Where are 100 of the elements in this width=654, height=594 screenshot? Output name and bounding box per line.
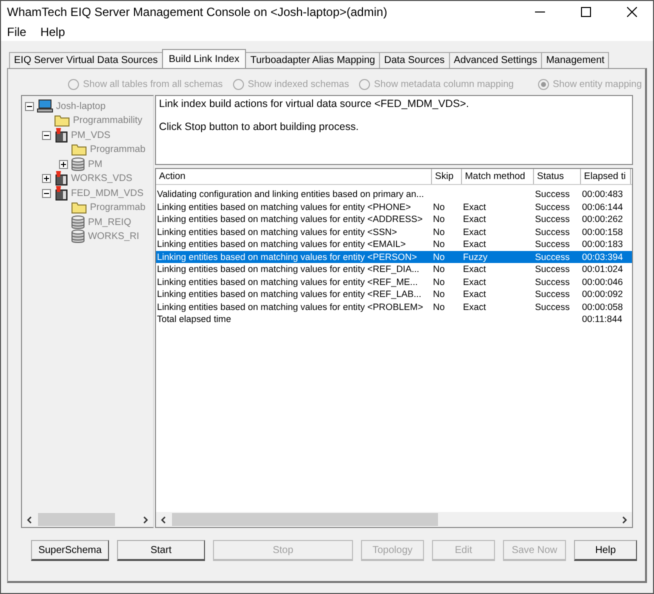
table-cell: Success [535,226,570,236]
table-row[interactable]: Linking entities based on matching values for entity <ADDRESS> No Exact Success 00:00:262 [156,213,632,226]
expand-toggle[interactable] [59,160,68,169]
table-cell: Success [535,214,570,224]
column-header[interactable]: Action [156,169,432,184]
table-cell: Exact [463,264,486,274]
tab[interactable]: Build Link Index [162,49,246,68]
database-icon [71,229,85,244]
table-cell: 00:00:158 [582,226,623,236]
table-row[interactable]: Total elapsed time 00:11:844 [156,313,632,326]
table-cell: Linking entities based on matching values for entity <REF_DIA... [157,264,420,274]
table-cell: Fuzzy [463,252,488,262]
table-cell: Linking entities based on matching values for entity <PROBLEM> [157,302,424,312]
horizontal-scrollbar[interactable] [156,512,632,527]
table-row[interactable]: Linking entities based on matching values for entity <REF_LAB... No Exact Success 00:00:092 [156,288,632,300]
column-header[interactable]: Match method [462,169,534,184]
maximize-icon[interactable] [581,7,591,17]
table-cell: Success [535,252,570,262]
database-warning-icon [54,171,68,186]
scroll-left-icon[interactable] [26,516,34,524]
table-cell: 00:00:046 [582,276,623,286]
table-row[interactable]: Linking entities based on matching values for entity <REF_DIA... No Exact Success 00:01:024 [156,263,632,276]
database-icon [71,214,85,230]
table-cell: Success [535,302,570,312]
message-text: Link index build actions for virtual data source <FED_MDM_VDS>. [159,98,470,110]
table-cell: Linking entities based on matching values for entity <PERSON> [157,252,417,262]
scroll-left-icon[interactable] [160,516,168,524]
folder-icon [71,143,87,156]
table-cell: Linking entities based on matching values for entity <REF_LAB... [157,289,422,299]
table-cell: 00:00:183 [582,239,623,249]
table-cell: Success [535,239,570,249]
table-cell: 00:00:262 [582,214,623,224]
folder-icon [54,114,70,128]
table-cell: Linking entities based on matching values for entity <EMAIL> [157,239,406,249]
menu-item[interactable]: File [7,25,26,39]
table-cell: No [433,289,445,299]
column-header[interactable]: Status [534,169,581,184]
table-cell: No [433,214,445,224]
database-warning-icon [54,186,68,201]
table-cell: 00:00:092 [582,289,623,299]
table-row[interactable]: Linking entities based on matching values for entity <SSN> No Exact Success 00:00:158 [156,226,632,238]
table-row[interactable]: Linking entities based on matching values for entity <REF_ME... No Exact Success 00:00:046 [156,276,632,288]
table-cell: 00:00:483 [582,189,623,199]
collapse-toggle[interactable] [42,188,51,198]
table-cell: Exact [463,239,486,249]
computer-icon [37,99,53,114]
database-warning-icon [54,128,68,143]
table-cell: 00:11:844 [582,314,622,324]
table-cell: 00:01:024 [582,264,623,274]
action-button[interactable]: SuperSchema [31,540,109,561]
action-button[interactable]: Start [117,540,205,561]
table-cell: Linking entities based on matching values for entity <SSN> [157,226,398,236]
tab[interactable]: EIQ Server Virtual Data Sources [9,52,163,68]
message-text: Click Stop button to abort building process. [159,121,360,133]
table-cell: Linking entities based on matching values for entity <ADDRESS> [157,214,423,224]
table-cell: Exact [463,302,486,312]
table-cell: No [433,302,445,312]
table-cell: Success [535,276,570,286]
table-cell: 00:00:058 [582,302,623,312]
table-cell: 00:03:394 [582,252,623,262]
collapse-toggle[interactable] [25,102,34,111]
table-cell: No [433,276,445,286]
table-cell: Exact [463,214,486,224]
table-cell: No [433,264,445,274]
column-header[interactable]: Elapsed ti [581,169,631,184]
table-cell: Exact [463,289,486,299]
scroll-right-icon[interactable] [141,516,149,524]
table-cell: Validating configuration and linking entities based on primary an... [157,189,424,199]
table-cell: No [433,252,445,262]
menu-item[interactable]: Help [40,25,66,39]
table-cell: Exact [463,226,486,236]
table-row[interactable]: Validating configuration and linking entities based on primary an... Success 00:00:483 [156,188,632,200]
table-cell: Success [535,189,570,199]
database-icon [71,156,85,172]
folder-icon [71,201,87,214]
table-cell: No [433,239,445,249]
column-header[interactable]: Skip [432,169,462,184]
table-row[interactable]: Linking entities based on matching values for entity <EMAIL> No Exact Success 00:00:183 [156,238,632,250]
tab[interactable]: Management [541,52,610,68]
window-title: WhamTech EIQ Server Management Console on <Josh-laptop>(admin) [7,5,388,19]
table-cell: Success [535,202,570,212]
action-button[interactable]: Help [574,540,637,561]
tab[interactable]: Turboadapter Alias Mapping [245,52,380,68]
table-cell: No [433,226,445,236]
table-cell: Exact [463,276,486,286]
tab[interactable]: Advanced Settings [448,52,542,68]
close-icon[interactable] [627,7,637,17]
scroll-right-icon[interactable] [620,516,628,524]
collapse-toggle[interactable] [42,130,51,140]
table-row[interactable]: Linking entities based on matching values for entity <PHONE> No Exact Success 00:06:144 [156,200,632,213]
table-row[interactable]: Linking entities based on matching values for entity <PROBLEM> No Exact Success 00:00:058 [156,300,632,313]
table-cell: Success [535,289,570,299]
table-cell: Linking entities based on matching values for entity <REF_ME... [157,276,418,286]
table-cell: Linking entities based on matching values for entity <PHONE> [157,202,411,212]
table-cell: 00:06:144 [582,202,623,212]
table-cell: Total elapsed time [157,314,232,324]
table-row[interactable]: Linking entities based on matching values for entity <PERSON> No Fuzzy Success 00:03:394 [156,250,632,263]
table-cell: Success [535,264,570,274]
table-cell: No [433,202,445,212]
expand-toggle[interactable] [42,174,51,184]
